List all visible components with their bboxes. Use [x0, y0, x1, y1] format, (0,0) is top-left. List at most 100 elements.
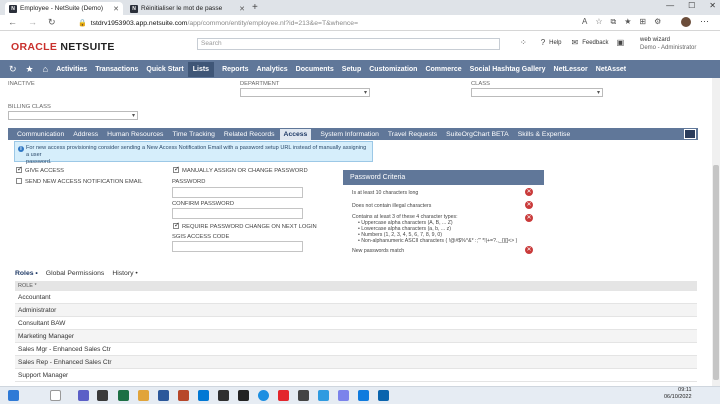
recent-records-icon[interactable]: ⁘ — [520, 38, 527, 47]
browser-tab-reset-password[interactable]: N Réinitialiser le mot de passe ✕ — [126, 2, 249, 15]
back-history-icon[interactable]: ↻ — [9, 64, 17, 75]
tab-skills-expertise[interactable]: Skills & Expertise — [518, 131, 571, 138]
password-input[interactable] — [172, 187, 303, 198]
file-explorer-icon[interactable] — [138, 390, 149, 401]
tab-address[interactable]: Address — [73, 131, 98, 138]
split-screen-icon[interactable]: ⧉ — [611, 17, 617, 27]
extensions-icon[interactable]: ⚙ — [654, 17, 661, 27]
teams-chat-icon[interactable] — [338, 390, 349, 401]
tab-system-information[interactable]: System Information — [320, 131, 379, 138]
favorites-icon[interactable]: ★ — [624, 17, 631, 27]
app-icon[interactable] — [318, 390, 329, 401]
app-icon[interactable] — [378, 390, 389, 401]
new-tab-icon[interactable]: + — [252, 2, 258, 13]
table-row[interactable]: Administrator — [15, 304, 697, 317]
global-search-input[interactable]: Search — [197, 38, 500, 50]
confirm-password-label: CONFIRM PASSWORD — [172, 201, 235, 207]
search-icon[interactable] — [50, 390, 61, 401]
app-icon[interactable] — [238, 390, 249, 401]
tab-access[interactable]: Access — [279, 128, 312, 140]
confirm-password-input[interactable] — [172, 208, 303, 219]
nav-social-hashtag-gallery[interactable]: Social Hashtag Gallery — [470, 66, 546, 73]
user-icon[interactable]: ▣ — [617, 38, 625, 47]
info-message: i For new access provisioning consider s… — [14, 141, 373, 165]
roles-column-header[interactable]: ROLE * — [15, 281, 697, 291]
send-notification-checkbox[interactable] — [16, 178, 22, 184]
nav-setup[interactable]: Setup — [342, 66, 361, 73]
excel-icon[interactable] — [118, 390, 129, 401]
table-row[interactable]: Sales Mgr - Enhanced Sales Ctr — [15, 343, 697, 356]
taskbar-clock[interactable]: 09:11 06/10/2022 — [664, 387, 692, 401]
subtab-layout-icon[interactable] — [684, 129, 696, 139]
netsuite-logo[interactable]: ORACLE NETSUITE — [11, 41, 115, 53]
scrollbar-thumb[interactable] — [713, 165, 719, 380]
tab-travel-requests[interactable]: Travel Requests — [388, 131, 437, 138]
table-row[interactable]: Accountant — [15, 291, 697, 304]
browser-tab-employee[interactable]: N Employee - NetSuite (Demo) ✕ — [5, 2, 123, 15]
app-icon[interactable] — [358, 390, 369, 401]
table-row[interactable]: Consultant BAW — [15, 317, 697, 330]
tab-suiteorgchart[interactable]: SuiteOrgChart BETA — [446, 131, 509, 138]
tab-human-resources[interactable]: Human Resources — [107, 131, 163, 138]
edge-icon[interactable] — [258, 390, 269, 401]
class-select[interactable]: ▾ — [471, 88, 603, 97]
app-icon[interactable] — [298, 390, 309, 401]
app-icon[interactable] — [278, 390, 289, 401]
help-icon[interactable]: ? — [541, 38, 545, 47]
collections-icon[interactable]: ⊞ — [639, 17, 646, 27]
outlook-icon[interactable] — [198, 390, 209, 401]
tab-communication[interactable]: Communication — [17, 131, 64, 138]
back-icon[interactable]: ← — [8, 17, 17, 27]
give-access-checkbox[interactable] — [16, 165, 23, 173]
feedback-icon[interactable]: ✉ — [572, 38, 579, 47]
require-change-checkbox[interactable] — [173, 221, 180, 229]
tab-related-records[interactable]: Related Records — [224, 131, 275, 138]
url-field[interactable]: 🔒 tstdrv1953903.app.netsuite.com /app/co… — [78, 17, 568, 29]
table-row[interactable]: Sales Rep - Enhanced Sales Ctr — [15, 356, 697, 369]
close-tab-icon[interactable]: ✕ — [239, 5, 245, 13]
favorites-star-icon[interactable]: ★ — [26, 64, 34, 75]
refresh-icon[interactable]: ↻ — [48, 17, 56, 28]
nav-documents[interactable]: Documents — [296, 66, 334, 73]
manually-assign-checkbox[interactable] — [173, 165, 180, 173]
word-icon[interactable] — [158, 390, 169, 401]
feedback-link[interactable]: Feedback — [582, 40, 608, 46]
nav-customization[interactable]: Customization — [369, 66, 417, 73]
minimize-icon[interactable]: — — [666, 1, 674, 10]
user-menu[interactable]: web wizard Demo - Administrator — [640, 36, 696, 52]
tab-roles[interactable]: Roles • — [15, 270, 38, 277]
powerpoint-icon[interactable] — [178, 390, 189, 401]
tab-time-tracking[interactable]: Time Tracking — [172, 131, 214, 138]
billing-class-select[interactable]: ▾ — [8, 111, 138, 120]
table-row[interactable]: Support Manager — [15, 369, 697, 382]
start-icon[interactable] — [8, 390, 19, 401]
netsuite-favicon-icon: N — [9, 4, 17, 13]
sgis-access-code-input[interactable] — [172, 241, 303, 252]
tab-history[interactable]: History • — [112, 270, 137, 277]
nav-commerce[interactable]: Commerce — [425, 66, 461, 73]
nav-quick-start[interactable]: Quick Start — [146, 66, 183, 73]
read-aloud-icon[interactable]: A — [582, 17, 587, 27]
table-row[interactable]: Marketing Manager — [15, 330, 697, 343]
close-window-icon[interactable]: ✕ — [709, 1, 716, 10]
profile-avatar[interactable] — [681, 17, 691, 27]
help-link[interactable]: Help — [549, 40, 561, 46]
task-view-icon[interactable] — [97, 390, 108, 401]
tab-global-permissions[interactable]: Global Permissions — [46, 270, 105, 277]
terminal-icon[interactable] — [218, 390, 229, 401]
maximize-icon[interactable]: ☐ — [688, 1, 695, 10]
department-select[interactable]: ▾ — [240, 88, 370, 97]
browser-menu-icon[interactable]: ⋯ — [700, 16, 709, 27]
nav-transactions[interactable]: Transactions — [95, 66, 138, 73]
home-icon[interactable]: ⌂ — [43, 64, 48, 74]
teams-icon[interactable] — [78, 390, 89, 401]
nav-netasset[interactable]: NetAsset — [596, 66, 626, 73]
close-tab-icon[interactable]: ✕ — [113, 5, 119, 13]
star-icon[interactable]: ☆ — [595, 17, 602, 27]
nav-analytics[interactable]: Analytics — [257, 66, 288, 73]
nav-activities[interactable]: Activities — [56, 66, 87, 73]
nav-lists[interactable]: Lists — [187, 61, 215, 77]
nav-netlessor[interactable]: NetLessor — [554, 66, 588, 73]
nav-reports[interactable]: Reports — [222, 66, 248, 73]
forward-icon[interactable]: → — [28, 17, 37, 27]
